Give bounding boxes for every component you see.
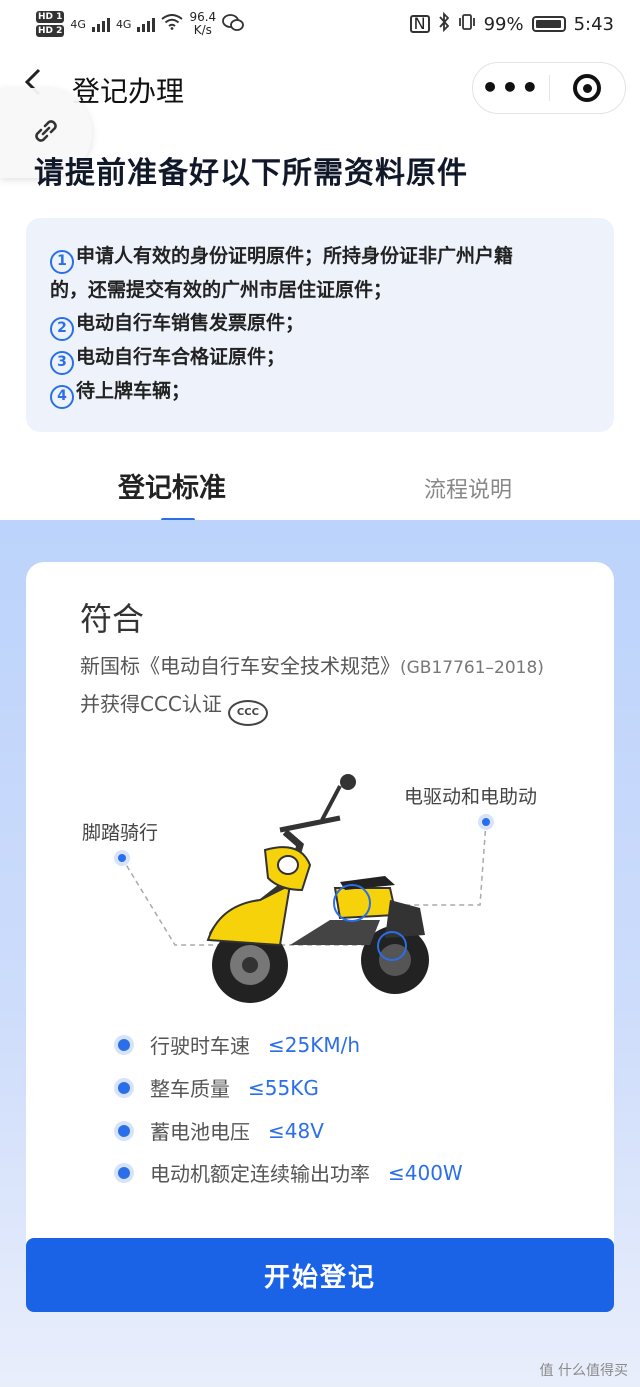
spec-item-power: 电动机额定连续输出功率 ≤400W — [118, 1158, 463, 1187]
requirement-text: 电动自行车销售发票原件； — [76, 312, 305, 335]
standard-code: (GB17761–2018) — [400, 658, 544, 678]
bullet-dot-icon — [118, 1166, 130, 1179]
spec-value: ≤25KM/h — [268, 1032, 360, 1057]
more-dots-icon[interactable]: ••• — [473, 74, 549, 102]
sim-indicator: HD 1 HD 2 — [36, 11, 65, 37]
requirement-item: 的，还需提交有效的广州市居住证原件； — [50, 274, 592, 308]
bluetooth-icon — [438, 11, 450, 37]
wechat-icon — [222, 13, 245, 35]
number-badge: 2 — [50, 317, 74, 341]
spec-label: 电动机额定连续输出功率 — [150, 1162, 370, 1186]
start-registration-button[interactable]: 开始登记 — [26, 1238, 614, 1312]
link-icon — [30, 115, 62, 151]
requirement-text: 的，还需提交有效的广州市居住证原件； — [50, 278, 393, 301]
standard-line-1: 新国标《电动自行车安全技术规范》(GB17761–2018) — [80, 650, 544, 679]
bullet-dot-icon — [118, 1081, 130, 1094]
wifi-icon — [161, 14, 184, 34]
requirement-text: 待上牌车辆； — [76, 379, 191, 402]
standard-line-2: 并获得CCC认证 CCC — [80, 688, 268, 726]
standard-title: 符合 — [80, 600, 145, 638]
network1-label: 4G — [70, 17, 86, 31]
requirement-item: 3 电动自行车合格证原件； — [50, 341, 592, 375]
requirements-heading: 请提前准备好以下所需资料原件 — [34, 156, 468, 191]
spec-value: ≤48V — [268, 1118, 324, 1143]
battery-percent: 99% — [483, 13, 524, 35]
requirements-box: 1 申请人有效的身份证明原件；所持身份证非广州户籍 的，还需提交有效的广州市居住证… — [26, 218, 614, 432]
bullet-dot-icon — [118, 1038, 130, 1051]
speed-unit: K/s — [193, 23, 212, 37]
vibrate-icon — [458, 13, 476, 36]
sim2-label: HD 2 — [36, 25, 65, 37]
nav-bar: 登记办理 ••• — [0, 50, 640, 130]
page-title: 登记办理 — [72, 75, 185, 108]
ccc-text: 并获得CCC认证 — [80, 692, 222, 716]
tab-process-description[interactable]: 流程说明 — [424, 472, 512, 504]
standard-name: 新国标《电动自行车安全技术规范》 — [80, 654, 400, 678]
number-badge: 4 — [50, 384, 74, 409]
number-badge: 1 — [50, 249, 74, 274]
spec-label: 行驶时车速 — [150, 1034, 250, 1058]
feature-electric-drive: 电驱动和电助动 — [404, 786, 538, 808]
spec-value: ≤400W — [388, 1160, 463, 1185]
requirement-item: 1 申请人有效的身份证明原件；所持身份证非广州户籍 — [50, 240, 592, 274]
spec-item-speed: 行驶时车速 ≤25KM/h — [118, 1030, 360, 1059]
signal-icon — [137, 16, 156, 32]
requirement-item: 4 待上牌车辆； — [50, 375, 592, 409]
spec-item-voltage: 蓄电池电压 ≤48V — [118, 1116, 324, 1145]
feature-pedal-riding: 脚踏骑行 — [82, 822, 159, 844]
watermark: 值 什么值得买 — [539, 1363, 628, 1379]
spec-value: ≤55KG — [248, 1075, 319, 1100]
requirement-item: 2 电动自行车销售发票原件； — [50, 307, 592, 341]
number-badge: 3 — [50, 350, 74, 375]
clock: 5:43 — [573, 13, 614, 35]
sim1-label: HD 1 — [36, 11, 65, 23]
bullet-dot-icon — [118, 1124, 130, 1137]
battery-icon — [531, 16, 566, 32]
requirement-text: 电动自行车合格证原件； — [76, 346, 286, 368]
network2-label: 4G — [115, 17, 132, 31]
status-bar: HD 1 HD 2 4G 4G 96.4 K/s N 99% 5:43 — [0, 0, 640, 48]
ccc-mark-icon: CCC — [227, 699, 268, 726]
spec-label: 蓄电池电压 — [150, 1120, 250, 1144]
nfc-icon: N — [409, 15, 430, 33]
target-icon[interactable] — [550, 74, 625, 102]
signal-icon — [91, 16, 110, 32]
miniprogram-capsule: ••• — [472, 62, 626, 114]
network-speed: 96.4 K/s — [189, 11, 216, 37]
requirement-text: 申请人有效的身份证明原件；所持身份证非广州户籍 — [76, 245, 514, 267]
tab-registration-standard[interactable]: 登记标准 — [118, 466, 226, 505]
spec-item-weight: 整车质量 ≤55KG — [118, 1073, 319, 1102]
spec-label: 整车质量 — [150, 1077, 230, 1101]
